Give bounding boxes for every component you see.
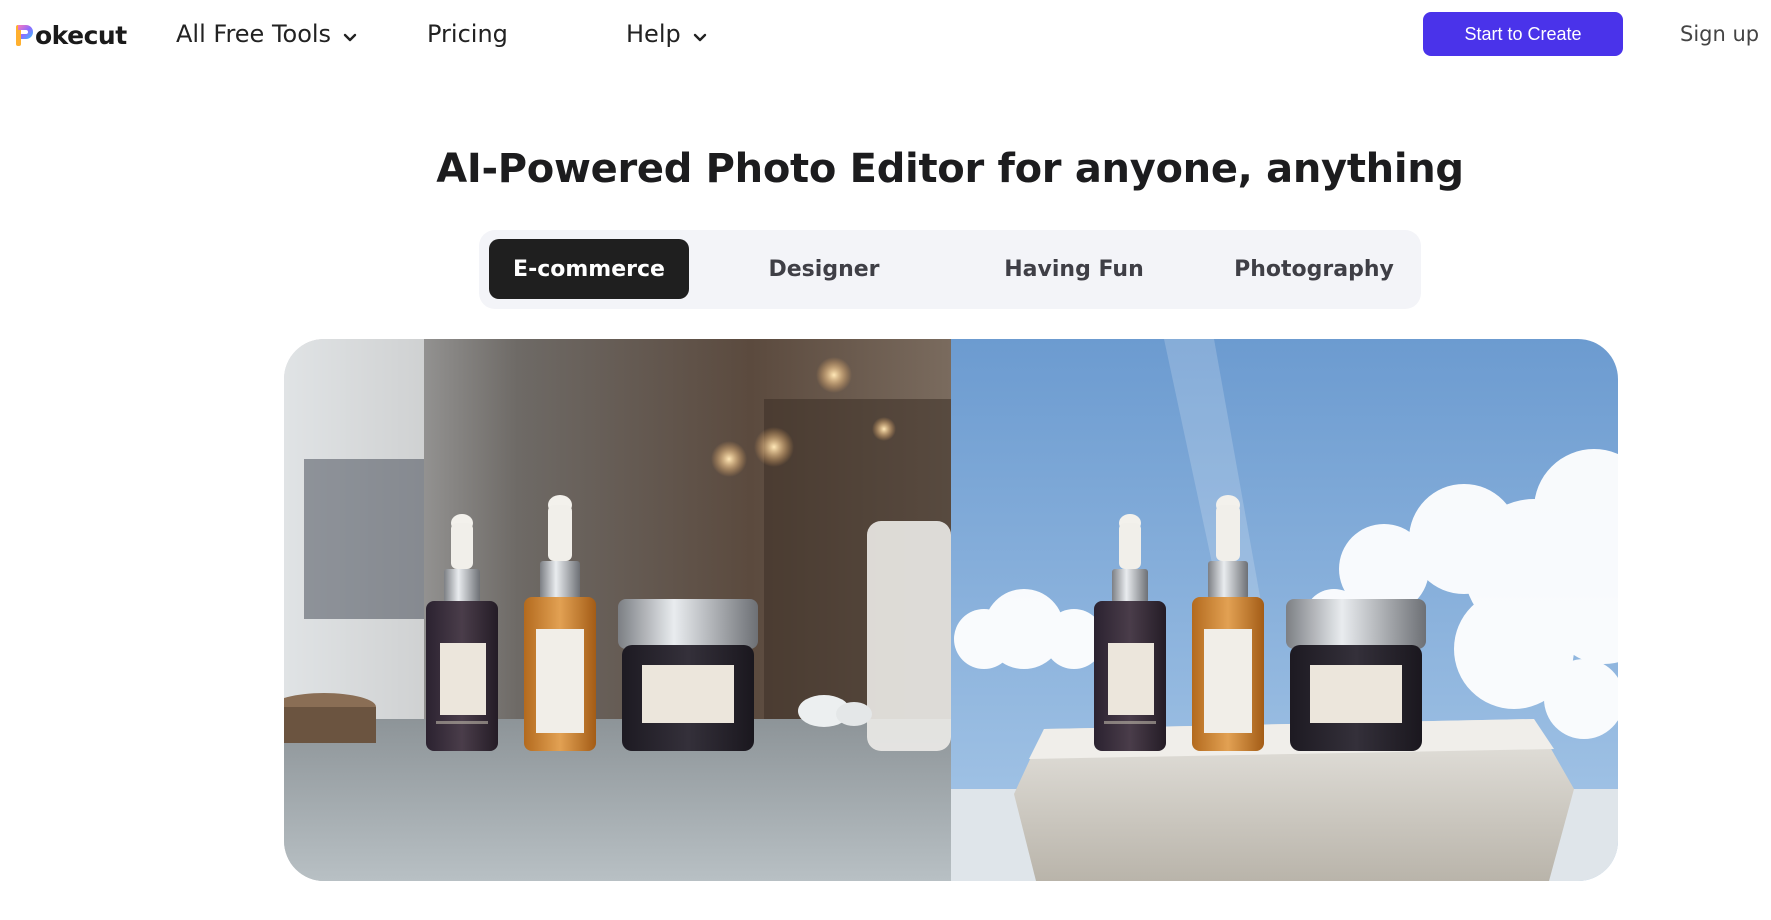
site-header: okecut All Free Tools Pricing Help Start… bbox=[0, 0, 1771, 70]
tab-having-fun[interactable]: Having Fun bbox=[959, 239, 1189, 299]
nav-help-label: Help bbox=[626, 20, 681, 48]
nav-all-free-tools-label: All Free Tools bbox=[176, 20, 332, 48]
chevron-down-icon bbox=[343, 21, 357, 49]
category-tabs: E-commerce Designer Having Fun Photograp… bbox=[479, 230, 1421, 309]
before-after-image bbox=[284, 339, 1618, 881]
nav-pricing[interactable]: Pricing bbox=[427, 16, 508, 52]
before-photo bbox=[284, 339, 954, 881]
tab-designer[interactable]: Designer bbox=[719, 239, 929, 299]
nav-help[interactable]: Help bbox=[626, 16, 707, 52]
sign-up-link[interactable]: Sign up bbox=[1680, 17, 1759, 51]
page-title: AI-Powered Photo Editor for anyone, anyt… bbox=[436, 146, 1464, 192]
nav-pricing-label: Pricing bbox=[427, 20, 508, 48]
after-photo bbox=[951, 339, 1618, 881]
chevron-down-icon bbox=[693, 21, 707, 49]
start-to-create-button[interactable]: Start to Create bbox=[1423, 12, 1623, 56]
logo[interactable]: okecut bbox=[14, 17, 127, 53]
tab-e-commerce[interactable]: E-commerce bbox=[489, 239, 689, 299]
pokecut-logo-icon bbox=[14, 22, 34, 48]
tab-photography[interactable]: Photography bbox=[1199, 239, 1429, 299]
logo-text: okecut bbox=[35, 20, 127, 50]
nav-all-free-tools[interactable]: All Free Tools bbox=[176, 16, 357, 52]
